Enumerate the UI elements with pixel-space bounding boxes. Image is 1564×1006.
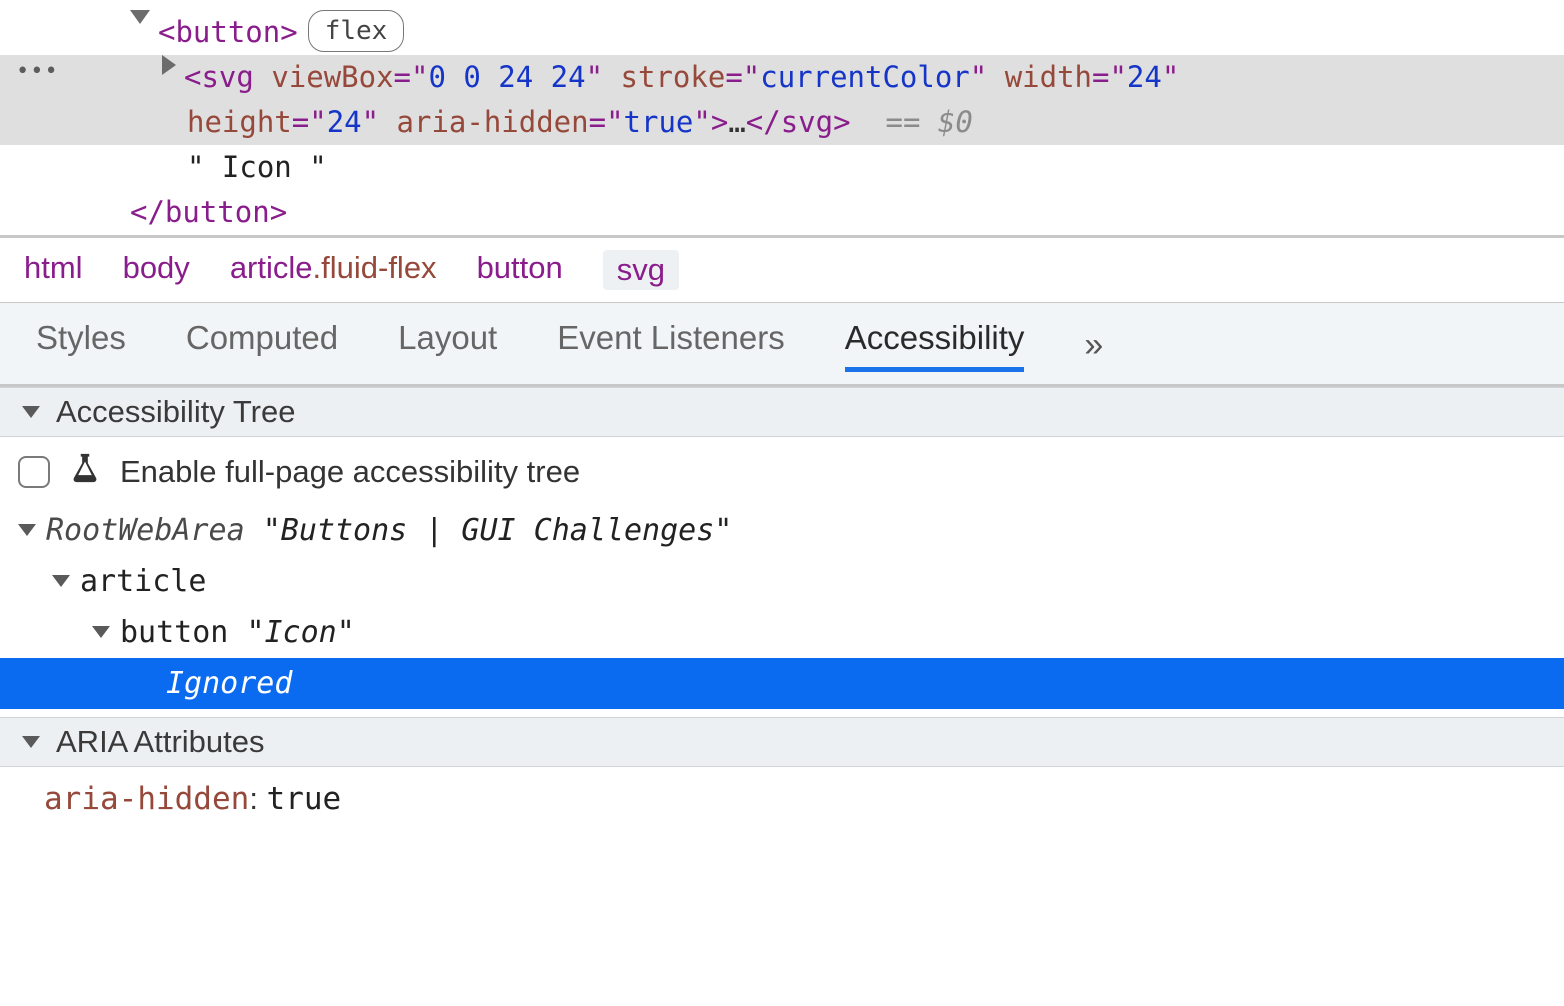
tree-node-rootwebarea[interactable]: RootWebArea "Buttons | GUI Challenges" (0, 505, 1564, 556)
dom-node-button-open[interactable]: <button> flex (0, 10, 1564, 55)
accessibility-tree-body: Enable full-page accessibility tree Root… (0, 437, 1564, 717)
tree-node-article[interactable]: article (0, 556, 1564, 607)
dom-node-text-icon[interactable]: " Icon " (0, 145, 1564, 190)
crumb-body[interactable]: body (123, 250, 190, 290)
tab-layout[interactable]: Layout (398, 319, 497, 372)
dom-node-svg[interactable]: ••• <svg viewBox="0 0 24 24" stroke="cur… (0, 55, 1564, 145)
expand-toggle-icon[interactable] (130, 10, 150, 24)
section-header-accessibility-tree[interactable]: Accessibility Tree (0, 387, 1564, 437)
crumb-html[interactable]: html (24, 250, 83, 290)
crumb-button[interactable]: button (477, 250, 563, 290)
dom-breadcrumb: html body article.fluid-flex button svg (0, 235, 1564, 303)
tree-node-button[interactable]: button "Icon" (0, 607, 1564, 658)
dom-node-button-close[interactable]: </button> (0, 190, 1564, 235)
chevron-down-icon (92, 626, 110, 638)
enable-fullpage-tree-checkbox[interactable] (18, 456, 50, 488)
crumb-svg[interactable]: svg (603, 250, 679, 290)
section-header-aria-attributes[interactable]: ARIA Attributes (0, 717, 1564, 767)
tabs-overflow-icon[interactable]: » (1084, 326, 1103, 365)
tab-accessibility[interactable]: Accessibility (845, 319, 1025, 372)
chevron-down-icon (22, 736, 40, 748)
section-title: Accessibility Tree (56, 394, 295, 430)
chevron-down-icon (22, 406, 40, 418)
tab-styles[interactable]: Styles (36, 319, 126, 372)
experiment-flask-icon (68, 451, 102, 493)
tab-event-listeners[interactable]: Event Listeners (557, 319, 784, 372)
accessibility-tree: RootWebArea "Buttons | GUI Challenges" a… (0, 505, 1564, 709)
sidebar-tabstrip: Styles Computed Layout Event Listeners A… (0, 303, 1564, 387)
aria-attr-key: aria-hidden (44, 781, 249, 817)
aria-attr-value: true (267, 781, 342, 817)
section-title: ARIA Attributes (56, 724, 265, 760)
tab-computed[interactable]: Computed (186, 319, 338, 372)
tree-node-ignored[interactable]: Ignored (0, 658, 1564, 709)
aria-attributes-body: aria-hidden: true (0, 767, 1564, 831)
elements-dom-panel: <button> flex ••• <svg viewBox="0 0 24 2… (0, 0, 1564, 235)
gutter-menu-icon[interactable]: ••• (16, 55, 59, 89)
crumb-article[interactable]: article.fluid-flex (230, 250, 437, 290)
flex-badge[interactable]: flex (308, 10, 405, 52)
enable-fullpage-tree-label: Enable full-page accessibility tree (120, 454, 580, 490)
chevron-down-icon (18, 524, 36, 536)
selected-node-marker: == $0 (885, 105, 972, 139)
expand-toggle-icon[interactable] (162, 55, 176, 75)
chevron-down-icon (52, 575, 70, 587)
